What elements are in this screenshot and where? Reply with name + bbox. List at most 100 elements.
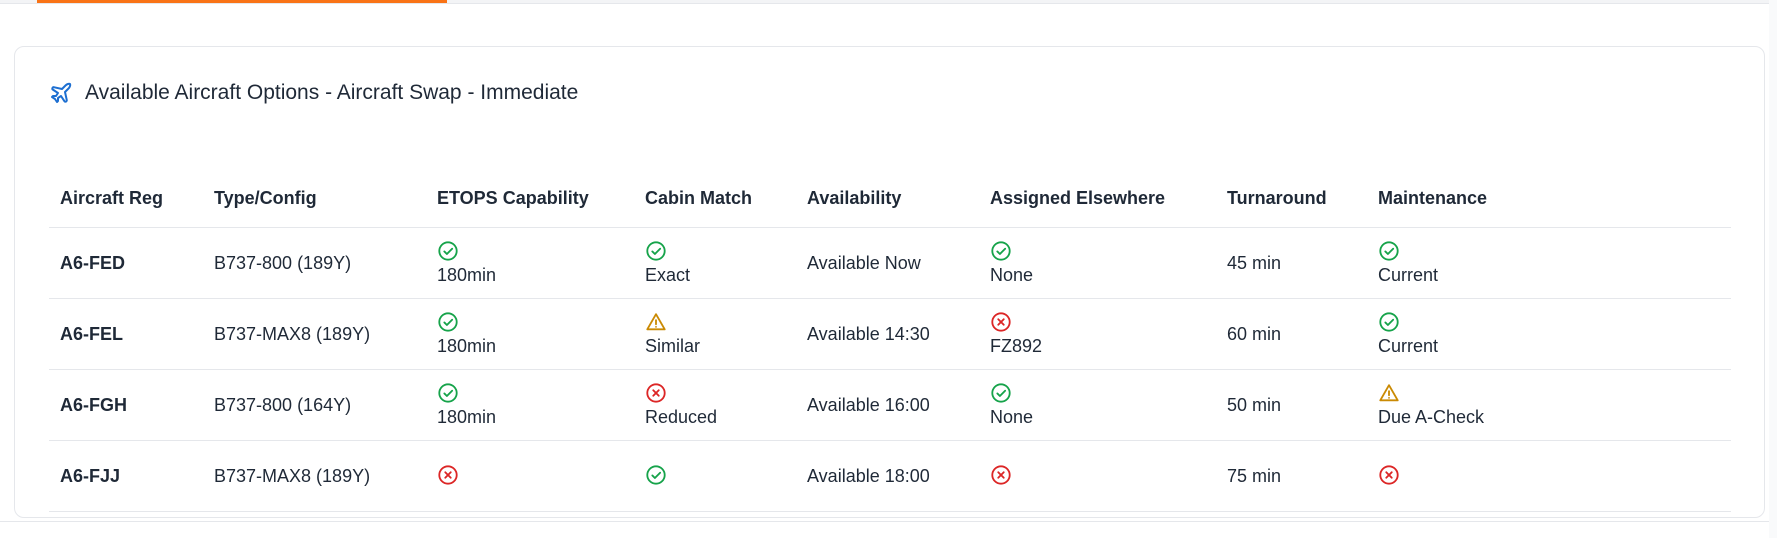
etops-text: 180min: [437, 336, 497, 356]
column-header-etops[interactable]: ETOPS Capability: [426, 170, 634, 228]
etops-status: [437, 464, 634, 489]
cell-type: B737-800 (164Y): [203, 369, 426, 441]
table-header-row: Aircraft Reg Type/Config ETOPS Capabilit…: [49, 170, 1731, 228]
turnaround-text: 75 min: [1227, 465, 1282, 486]
check-circle-icon: [437, 382, 634, 404]
cabin-text: Similar: [645, 336, 701, 356]
cell-type: B737-MAX8 (189Y): [203, 440, 426, 512]
table-row[interactable]: A6-FGH B737-800 (164Y) 180min Reduced Availa…: [49, 369, 1731, 441]
cell-cabin: [634, 440, 796, 512]
turnaround-text: 60 min: [1227, 323, 1282, 344]
cell-turnaround: 60 min: [1216, 298, 1367, 370]
x-circle-icon: [437, 464, 634, 486]
etops-status: 180min: [437, 240, 634, 286]
aircraft-table-wrap: Aircraft Reg Type/Config ETOPS Capabilit…: [49, 170, 1731, 517]
reg-text: A6-FED: [60, 252, 126, 273]
type-text: B737-MAX8 (189Y): [214, 465, 371, 486]
plane-icon: [49, 81, 73, 105]
aircraft-table: Aircraft Reg Type/Config ETOPS Capabilit…: [49, 170, 1731, 512]
etops-text: 180min: [437, 407, 497, 427]
etops-text: 180min: [437, 265, 497, 285]
cell-etops: [426, 440, 634, 512]
type-text: B737-800 (189Y): [214, 252, 352, 273]
cell-reg: A6-FED: [49, 227, 203, 299]
cell-availability: Available 18:00: [796, 440, 979, 512]
table-row[interactable]: A6-FEL B737-MAX8 (189Y) 180min Similar Avail…: [49, 298, 1731, 370]
column-header-turnaround[interactable]: Turnaround: [1216, 170, 1367, 228]
cell-availability: Available Now: [796, 227, 979, 299]
assigned-status: None: [990, 240, 1216, 286]
check-circle-icon: [645, 464, 796, 486]
cell-reg: A6-FEL: [49, 298, 203, 370]
check-circle-icon: [1378, 311, 1731, 333]
active-tab-indicator: [37, 0, 447, 3]
warning-icon: [1378, 382, 1731, 404]
check-circle-icon: [437, 240, 634, 262]
maintenance-text: Current: [1378, 336, 1439, 356]
column-header-assigned[interactable]: Assigned Elsewhere: [979, 170, 1216, 228]
cell-etops: 180min: [426, 298, 634, 370]
type-text: B737-800 (164Y): [214, 394, 352, 415]
assigned-text: FZ892: [990, 336, 1043, 356]
column-header-type[interactable]: Type/Config: [203, 170, 426, 228]
check-circle-icon: [990, 240, 1216, 262]
cell-cabin: Exact: [634, 227, 796, 299]
column-header-cabin[interactable]: Cabin Match: [634, 170, 796, 228]
cell-turnaround: 45 min: [1216, 227, 1367, 299]
assigned-text: None: [990, 407, 1034, 427]
table-body: A6-FED B737-800 (189Y) 180min Exact Availabl…: [49, 227, 1731, 512]
check-circle-icon: [990, 382, 1216, 404]
maintenance-status: Due A-Check: [1378, 382, 1731, 428]
cell-maintenance: Current: [1367, 227, 1731, 299]
cell-cabin: Similar: [634, 298, 796, 370]
availability-text: Available 18:00: [807, 465, 930, 486]
cabin-status: Similar: [645, 311, 796, 357]
maintenance-status: Current: [1378, 240, 1731, 286]
cell-cabin: Reduced: [634, 369, 796, 441]
maintenance-text: Current: [1378, 265, 1439, 285]
warning-icon: [645, 311, 796, 333]
check-circle-icon: [1378, 240, 1731, 262]
assigned-status: [990, 464, 1216, 489]
assigned-status: FZ892: [990, 311, 1216, 357]
assigned-text: None: [990, 265, 1034, 285]
column-header-reg[interactable]: Aircraft Reg: [49, 170, 203, 228]
card-header: Available Aircraft Options - Aircraft Sw…: [49, 81, 578, 105]
type-text: B737-MAX8 (189Y): [214, 323, 371, 344]
divider: [0, 521, 1777, 522]
maintenance-status: Current: [1378, 311, 1731, 357]
column-header-maintenance[interactable]: Maintenance: [1367, 170, 1731, 228]
cell-availability: Available 14:30: [796, 298, 979, 370]
reg-text: A6-FJJ: [60, 465, 121, 486]
cabin-status: Reduced: [645, 382, 796, 428]
turnaround-text: 50 min: [1227, 394, 1282, 415]
turnaround-text: 45 min: [1227, 252, 1282, 273]
scrollbar[interactable]: [1769, 0, 1777, 538]
check-circle-icon: [437, 311, 634, 333]
check-circle-icon: [645, 240, 796, 262]
cell-assigned: None: [979, 227, 1216, 299]
reg-text: A6-FEL: [60, 323, 123, 344]
cell-etops: 180min: [426, 227, 634, 299]
cell-etops: 180min: [426, 369, 634, 441]
cell-assigned: FZ892: [979, 298, 1216, 370]
cell-maintenance: Due A-Check: [1367, 369, 1731, 441]
cabin-text: Exact: [645, 265, 691, 285]
cabin-status: [645, 464, 796, 489]
aircraft-options-card: Available Aircraft Options - Aircraft Sw…: [14, 46, 1765, 518]
etops-status: 180min: [437, 311, 634, 357]
x-circle-icon: [990, 311, 1216, 333]
availability-text: Available Now: [807, 252, 921, 273]
cell-type: B737-800 (189Y): [203, 227, 426, 299]
cell-assigned: None: [979, 369, 1216, 441]
cell-reg: A6-FJJ: [49, 440, 203, 512]
cell-turnaround: 50 min: [1216, 369, 1367, 441]
etops-status: 180min: [437, 382, 634, 428]
cell-assigned: [979, 440, 1216, 512]
maintenance-status: [1378, 464, 1731, 489]
cabin-text: Reduced: [645, 407, 718, 427]
table-row[interactable]: A6-FED B737-800 (189Y) 180min Exact Availabl…: [49, 227, 1731, 299]
cell-turnaround: 75 min: [1216, 440, 1367, 512]
column-header-availability[interactable]: Availability: [796, 170, 979, 228]
table-row[interactable]: A6-FJJ B737-MAX8 (189Y) Available 18:00 75 …: [49, 440, 1731, 512]
